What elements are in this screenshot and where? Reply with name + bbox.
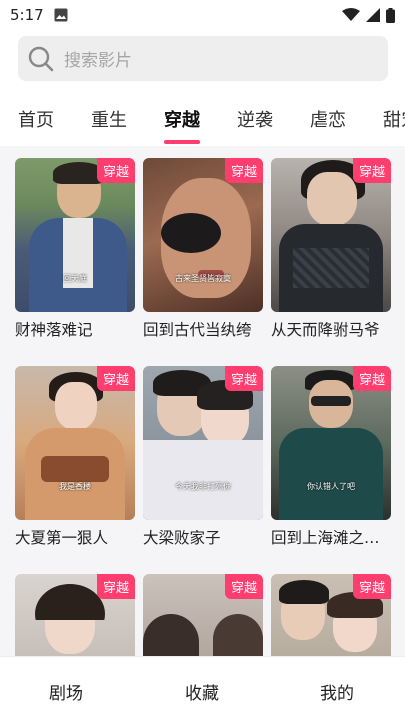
category-badge: 穿越 (96, 366, 135, 391)
category-badge: 穿越 (96, 574, 135, 599)
drama-thumbnail[interactable]: 穿越 (271, 574, 391, 656)
battery-icon (386, 7, 395, 23)
video-caption: 我是香楼 (59, 482, 91, 491)
category-badge: 穿越 (224, 158, 263, 183)
drama-card[interactable]: 我是香楼 穿越 大夏第一狠人 (15, 366, 135, 548)
category-badge: 穿越 (352, 158, 391, 183)
signal-icon (366, 8, 380, 22)
drama-thumbnail[interactable]: 你认错人了吧 穿越 (271, 366, 391, 520)
category-badge: 穿越 (96, 158, 135, 183)
search-icon (28, 46, 54, 71)
tab-home[interactable]: 首页 (18, 106, 54, 132)
tab-time-travel[interactable]: 穿越 (164, 106, 200, 132)
drama-card[interactable]: 回天庭 穿越 财神落难记 (15, 158, 135, 340)
active-tab-indicator (164, 140, 200, 144)
status-bar: 5:17 (0, 0, 405, 30)
drama-card[interactable]: 你认错人了吧 穿越 回到上海滩之… (271, 366, 391, 548)
drama-thumbnail[interactable]: 我是香楼 穿越 (15, 366, 135, 520)
wifi-icon (342, 8, 360, 21)
drama-thumbnail[interactable]: 穿越 (143, 574, 263, 656)
drama-card[interactable]: 古来圣贤皆寂寞 穿越 回到古代当纨绔 (143, 158, 263, 340)
drama-title[interactable]: 大夏第一狠人 (15, 526, 139, 548)
tab-rebirth[interactable]: 重生 (91, 106, 127, 132)
category-badge: 穿越 (224, 366, 263, 391)
status-time: 5:17 (10, 6, 44, 24)
search-input[interactable]: 搜索影片 (64, 46, 132, 71)
drama-card[interactable]: 穿越 (271, 574, 391, 656)
category-badge: 穿越 (224, 574, 263, 599)
tab-sad-romance[interactable]: 虐恋 (310, 106, 346, 132)
category-tabs: 首页 重生 穿越 逆袭 虐恋 甜宠 (0, 98, 405, 144)
video-caption: 今天我非打死你 (175, 482, 231, 491)
drama-thumbnail[interactable]: 古来圣贤皆寂寞 穿越 (143, 158, 263, 312)
drama-thumbnail[interactable]: 穿越 (271, 158, 391, 312)
drama-thumbnail[interactable]: 今天我非打死你 穿越 (143, 366, 263, 520)
drama-thumbnail[interactable]: 回天庭 穿越 (15, 158, 135, 312)
nav-theater[interactable]: 剧场 (49, 679, 83, 704)
image-notification-icon (54, 8, 68, 22)
search-bar[interactable]: 搜索影片 (18, 36, 388, 81)
category-badge: 穿越 (352, 366, 391, 391)
drama-card[interactable]: 穿越 从天而降驸马爷 (271, 158, 391, 340)
drama-title[interactable]: 回到上海滩之… (271, 526, 395, 548)
video-caption: 古来圣贤皆寂寞 (175, 274, 231, 283)
bottom-nav: 剧场 收藏 我的 (0, 656, 405, 720)
drama-thumbnail[interactable]: 穿越 (15, 574, 135, 656)
video-caption: 回天庭 (63, 274, 87, 283)
drama-title[interactable]: 从天而降驸马爷 (271, 318, 395, 340)
drama-grid: 回天庭 穿越 财神落难记 古来圣贤皆寂寞 穿越 回到古代当纨绔 穿越 从天而降驸… (0, 146, 405, 656)
category-badge: 穿越 (352, 574, 391, 599)
drama-title[interactable]: 财神落难记 (15, 318, 139, 340)
nav-favorites[interactable]: 收藏 (185, 679, 219, 704)
drama-card[interactable]: 今天我非打死你 穿越 大梁败家子 (143, 366, 263, 548)
drama-card[interactable]: 穿越 (15, 574, 135, 656)
nav-profile[interactable]: 我的 (320, 679, 354, 704)
tab-comeback[interactable]: 逆袭 (237, 106, 273, 132)
drama-card[interactable]: 穿越 (143, 574, 263, 656)
drama-title[interactable]: 大梁败家子 (143, 526, 267, 548)
tab-sweet-romance[interactable]: 甜宠 (383, 106, 405, 132)
drama-title[interactable]: 回到古代当纨绔 (143, 318, 267, 340)
video-caption: 你认错人了吧 (307, 482, 355, 491)
